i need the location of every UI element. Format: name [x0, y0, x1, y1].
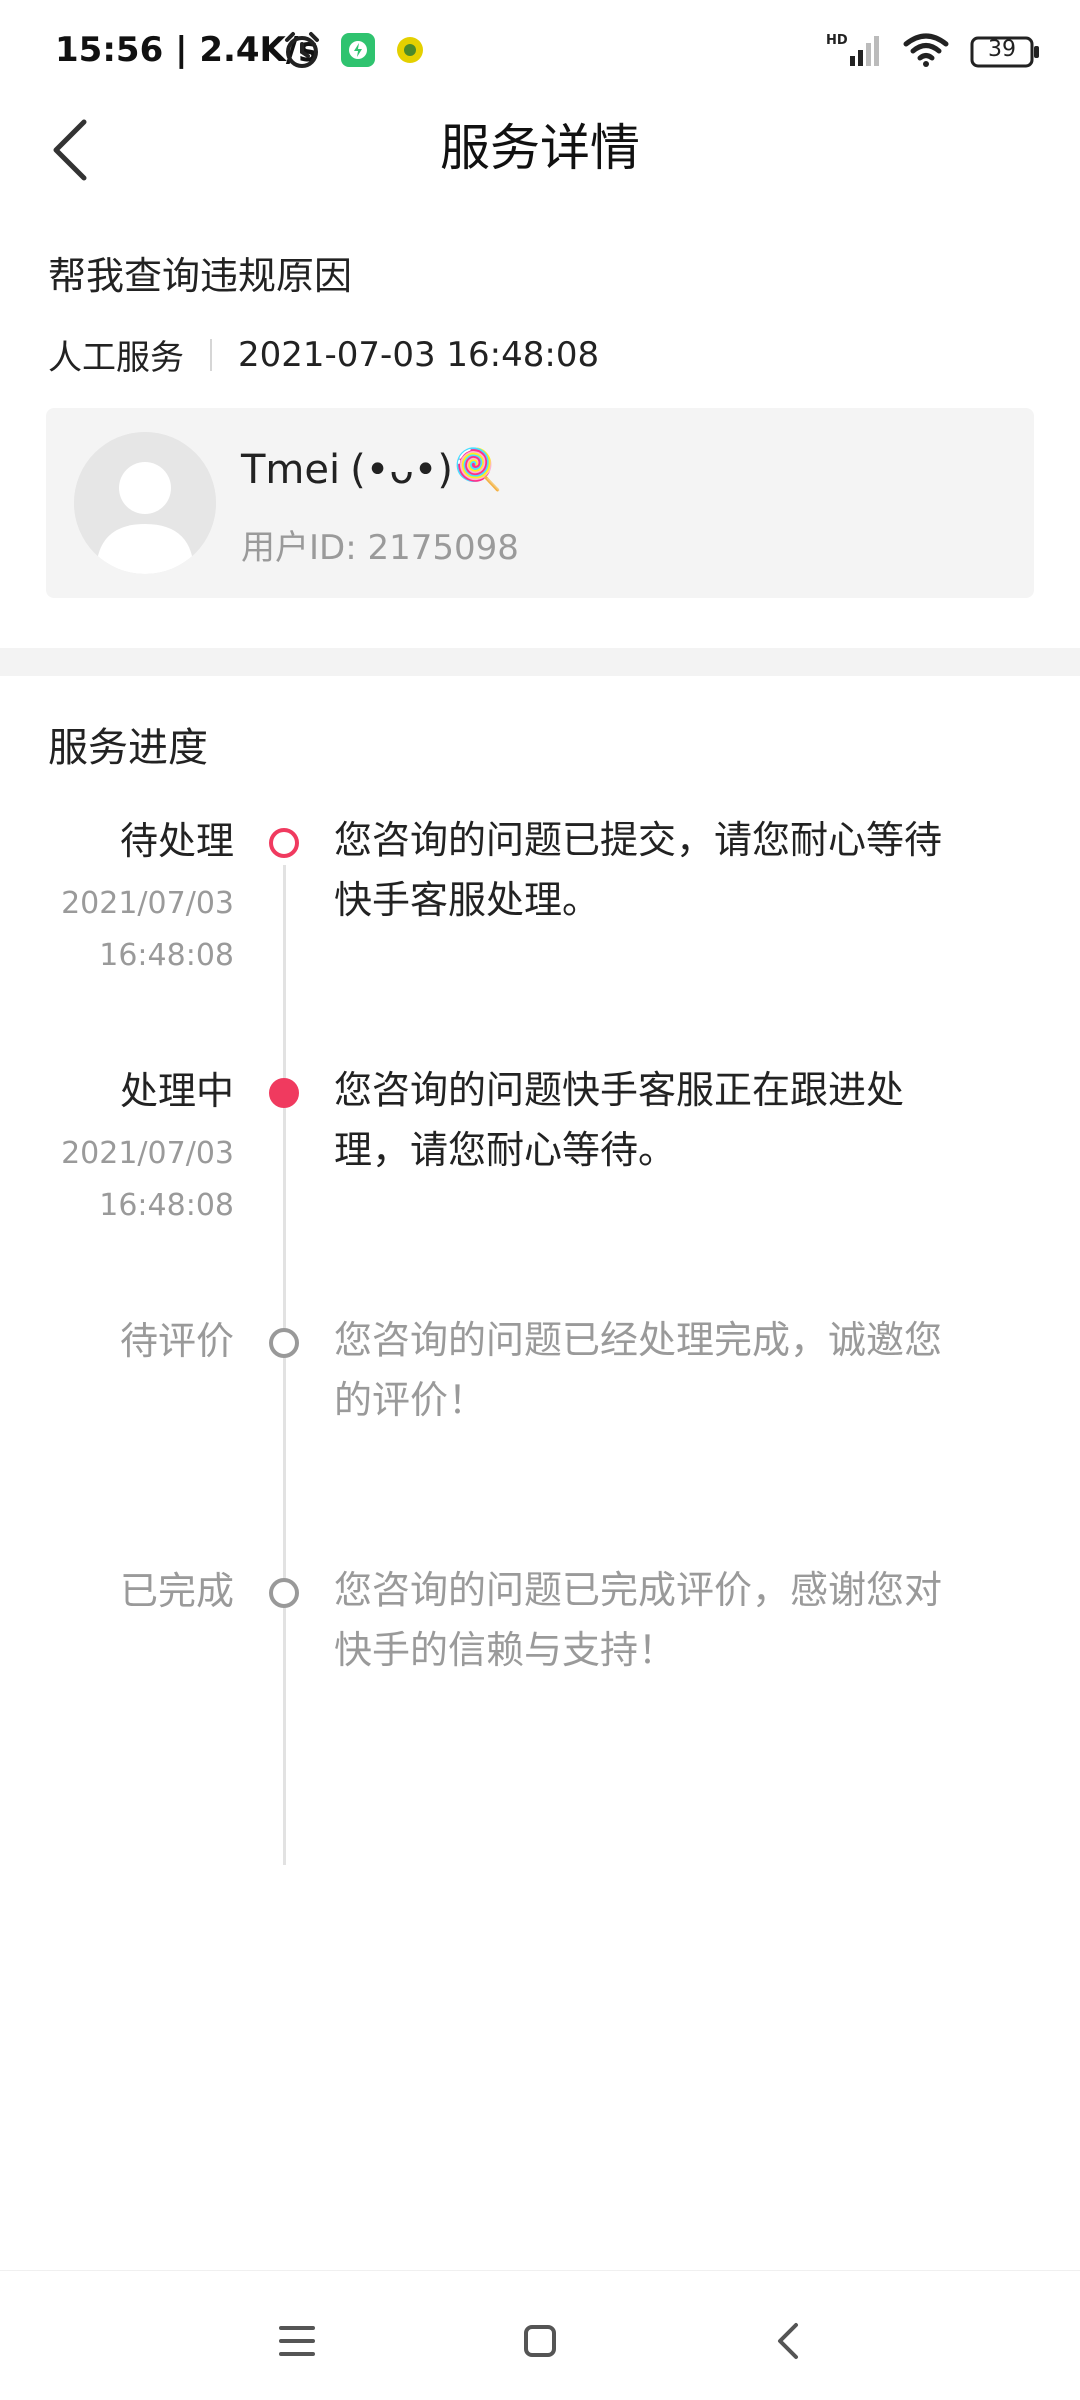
step-dot-filled-icon	[269, 1078, 299, 1108]
status-bar: 15:56 | 2.4K/s HD 39	[0, 0, 1080, 100]
step-description: 您咨询的问题已完成评价，感谢您对快手的信赖与支持！	[334, 1568, 943, 1672]
status-right-icons: HD 39	[826, 30, 1040, 74]
step-date: 2021/07/03	[61, 886, 234, 921]
user-id: 用户ID: 2175098	[241, 528, 519, 568]
back-icon	[778, 2323, 798, 2359]
system-nav-bar	[0, 2270, 1080, 2400]
home-button[interactable]	[500, 2301, 580, 2381]
signal-icon: HD	[826, 30, 882, 74]
app-notification-icon	[340, 32, 376, 72]
step-time: 16:48:08	[99, 938, 234, 973]
step-datetime: 2021/07/03 16:48:08	[61, 878, 234, 982]
user-emoticon: (•ᴗ•)🍭	[350, 447, 503, 493]
step-status: 待处理	[119, 819, 234, 863]
svg-text:HD: HD	[826, 33, 848, 48]
step-dot-outline-icon	[269, 1578, 299, 1608]
service-meta: 人工服务 2021-07-03 16:48:08	[48, 330, 599, 379]
step-status: 处理中	[119, 1069, 234, 1113]
meta-divider	[210, 338, 212, 371]
step-status: 待评价	[119, 1319, 234, 1363]
step-description: 您咨询的问题快手客服正在跟进处理，请您耐心等待。	[334, 1068, 905, 1172]
default-avatar-icon	[74, 432, 216, 574]
status-left-icons	[282, 30, 426, 74]
service-detail-screen: 15:56 | 2.4K/s HD 39 服务详情 帮我查询违规原因 人工服务 …	[0, 0, 1080, 2400]
progress-title: 服务进度	[48, 725, 208, 771]
step-dot-outline-icon	[269, 828, 299, 858]
recent-apps-button[interactable]	[257, 2301, 337, 2381]
step-status: 已完成	[119, 1569, 234, 1613]
wifi-icon	[902, 30, 950, 74]
app-header: 服务详情	[0, 100, 1080, 210]
menu-icon	[279, 2326, 315, 2356]
step-time: 16:48:08	[99, 1188, 234, 1223]
timeline-line	[283, 865, 286, 1865]
step-description: 您咨询的问题已提交，请您耐心等待快手客服处理。	[334, 818, 943, 922]
step-date: 2021/07/03	[61, 1136, 234, 1171]
service-type: 人工服务	[48, 338, 184, 378]
battery-icon: 39	[970, 34, 1040, 70]
alarm-icon	[282, 30, 322, 74]
battery-level: 39	[988, 37, 1016, 62]
page-title: 服务详情	[440, 119, 640, 177]
home-icon	[524, 2325, 556, 2357]
user-name: Tmei	[241, 446, 341, 493]
step-description: 您咨询的问题已经处理完成，诚邀您的评价！	[334, 1318, 943, 1422]
step-datetime: 2021/07/03 16:48:08	[61, 1128, 234, 1232]
system-back-button[interactable]	[748, 2301, 828, 2381]
section-divider	[0, 648, 1080, 676]
user-card[interactable]: Tmei (•ᴗ•)🍭 用户ID: 2175098	[46, 408, 1034, 598]
status-time-speed: 15:56 | 2.4K/s	[55, 30, 319, 70]
service-title: 帮我查询违规原因	[48, 254, 353, 298]
step-dot-outline-icon	[269, 1328, 299, 1358]
service-datetime: 2021-07-03 16:48:08	[238, 334, 600, 375]
user-name-row: Tmei (•ᴗ•)🍭	[241, 446, 503, 494]
app-notification-icon-2	[394, 34, 426, 70]
avatar	[74, 432, 216, 574]
